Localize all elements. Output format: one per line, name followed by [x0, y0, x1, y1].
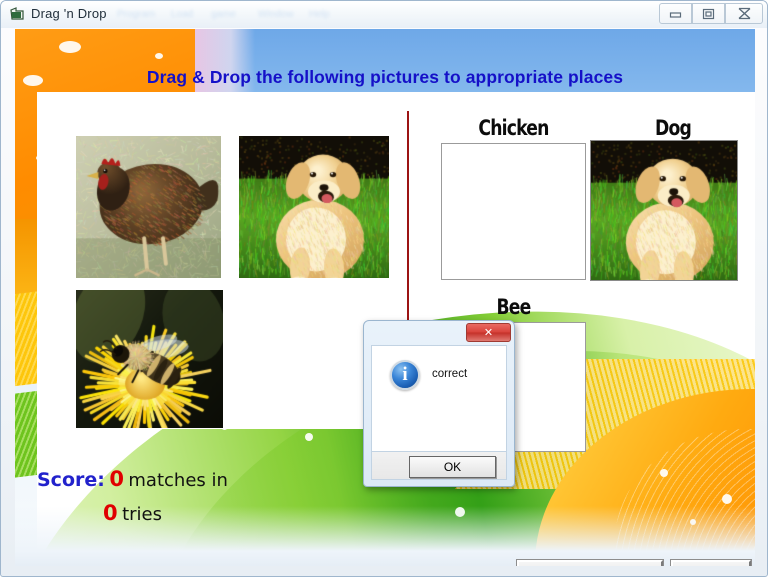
minimize-button[interactable] — [659, 3, 692, 24]
wallpaper-dot — [660, 469, 668, 477]
app-icon — [10, 7, 24, 20]
wallpaper-pink-band — [195, 29, 255, 99]
page-title: Drag & Drop the following pictures to ap… — [146, 67, 624, 87]
wallpaper-dot — [59, 41, 81, 53]
dog-image — [239, 136, 389, 278]
score-line-tries: 0 tries — [103, 501, 162, 525]
drop-zone-label-dog: Dog — [654, 116, 692, 140]
source-picture-dog[interactable] — [239, 136, 389, 278]
minimize-icon — [669, 11, 682, 18]
menu-item-program[interactable]: Program — [117, 9, 155, 20]
info-icon: i — [390, 360, 420, 390]
content-area: Drag & Drop the following pictures to ap… — [15, 29, 755, 566]
wallpaper-dot — [305, 433, 313, 441]
maximize-icon — [702, 8, 715, 19]
title-bar: Drag 'n Drop Program Load game Window He… — [1, 1, 767, 28]
save-button[interactable]: Save — [671, 560, 751, 566]
score-matches-suffix: matches in — [128, 470, 228, 491]
application-window: Drag 'n Drop Program Load game Window He… — [0, 0, 768, 577]
close-icon — [738, 7, 750, 20]
menu-item-help[interactable]: Help — [309, 9, 330, 20]
drop-zone-chicken[interactable] — [441, 143, 586, 280]
wallpaper-dot — [155, 53, 163, 59]
score-matches-value: 0 — [109, 467, 124, 491]
score-tries-value: 0 — [103, 501, 118, 525]
menu-item-game[interactable]: game — [211, 9, 236, 20]
dog-image-placed — [591, 141, 737, 280]
menu-item-window[interactable]: Window — [258, 9, 294, 20]
chicken-image — [76, 136, 221, 278]
bee-image — [76, 290, 223, 428]
drop-zone-label-chicken: Chicken — [478, 116, 549, 140]
dialog-close-button[interactable]: ✕ — [466, 323, 511, 342]
message-dialog: ✕ i correct OK — [363, 320, 515, 487]
source-picture-bee[interactable] — [76, 290, 223, 428]
view-scores-button[interactable]: View Scores — [517, 560, 663, 566]
window-title: Drag 'n Drop — [31, 6, 107, 21]
dialog-ok-button[interactable]: OK — [409, 456, 496, 478]
source-picture-chicken[interactable] — [76, 136, 221, 278]
score-tries-suffix: tries — [122, 504, 162, 525]
menu-item-load[interactable]: Load — [171, 9, 193, 20]
drop-zone-dog[interactable] — [590, 140, 738, 281]
score-line-matches: Score: 0 matches in — [37, 467, 228, 491]
dialog-message: correct — [432, 368, 468, 380]
drop-zone-label-bee: Bee — [496, 295, 531, 319]
source-pictures-panel — [53, 120, 401, 429]
dialog-body — [371, 345, 507, 452]
wallpaper-dot — [722, 494, 732, 504]
close-button[interactable] — [725, 3, 763, 24]
score-label: Score: — [37, 469, 105, 491]
maximize-button[interactable] — [692, 3, 725, 24]
